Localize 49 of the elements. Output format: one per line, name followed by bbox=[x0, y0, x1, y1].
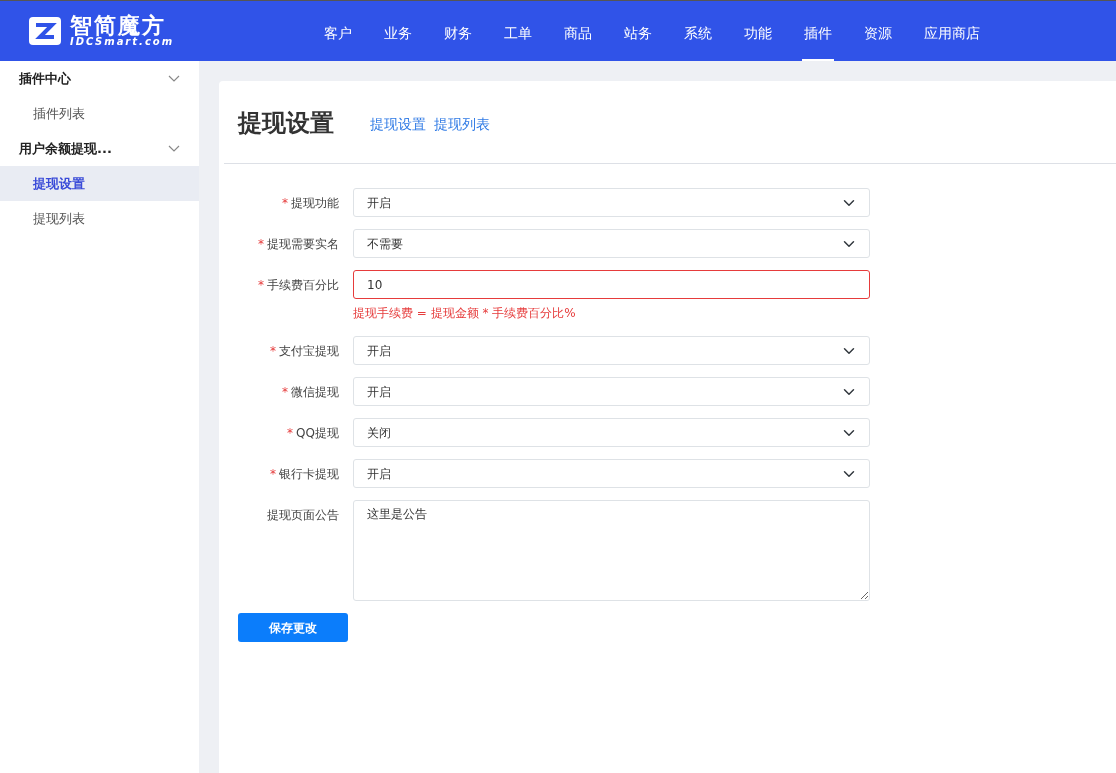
field-label: 微信提现 bbox=[291, 385, 339, 399]
nav-tab[interactable]: 应用商店 bbox=[922, 7, 982, 61]
field-label: 银行卡提现 bbox=[279, 467, 339, 481]
sidebar-group[interactable]: 用户余额提现... bbox=[0, 131, 199, 166]
field-label: 手续费百分比 bbox=[267, 278, 339, 292]
select-field[interactable]: 关闭 bbox=[353, 418, 870, 447]
page-link[interactable]: 提现列表 bbox=[434, 114, 490, 135]
logo-text: 智简魔方 bbox=[70, 15, 166, 37]
select-field[interactable]: 开启 bbox=[353, 377, 870, 406]
nav-tab[interactable]: 站务 bbox=[622, 7, 654, 61]
nav-tab[interactable]: 客户 bbox=[322, 7, 354, 61]
nav-tab[interactable]: 系统 bbox=[682, 7, 714, 61]
input-field[interactable]: 10 bbox=[353, 270, 870, 299]
required-mark: * bbox=[258, 278, 264, 292]
field-label: QQ提现 bbox=[296, 426, 339, 440]
nav-tab[interactable]: 插件 bbox=[802, 7, 834, 61]
select-field[interactable]: 开启 bbox=[353, 188, 870, 217]
logo-subtitle: IDCSmart.com bbox=[70, 37, 175, 47]
save-button[interactable]: 保存更改 bbox=[238, 613, 348, 642]
sidebar-item[interactable]: 提现设置 bbox=[0, 166, 199, 201]
nav-tab[interactable]: 功能 bbox=[742, 7, 774, 61]
required-mark: * bbox=[258, 237, 264, 251]
nav-tab[interactable]: 资源 bbox=[862, 7, 894, 61]
nav-tab[interactable]: 工单 bbox=[502, 7, 534, 61]
nav-tab[interactable]: 商品 bbox=[562, 7, 594, 61]
nav-tab[interactable]: 业务 bbox=[382, 7, 414, 61]
sidebar-group[interactable]: 插件中心 bbox=[0, 61, 199, 96]
select-field[interactable]: 开启 bbox=[353, 459, 870, 488]
required-mark: * bbox=[287, 426, 294, 440]
select-field[interactable]: 不需要 bbox=[353, 229, 870, 258]
select-field[interactable]: 开启 bbox=[353, 336, 870, 365]
field-label: 提现需要实名 bbox=[267, 237, 339, 251]
required-mark: * bbox=[282, 196, 288, 210]
field-label: 提现功能 bbox=[291, 196, 339, 210]
page-title: 提现设置 bbox=[238, 108, 334, 139]
chevron-icon bbox=[168, 144, 180, 153]
logo-icon bbox=[28, 16, 62, 46]
textarea-field[interactable]: 这里是公告 bbox=[353, 500, 870, 601]
required-mark: * bbox=[270, 344, 276, 358]
help-text: 提现手续费 = 提现金额 * 手续费百分比% bbox=[353, 305, 577, 322]
field-label: 支付宝提现 bbox=[279, 344, 339, 358]
sidebar-item[interactable]: 提现列表 bbox=[0, 201, 199, 236]
nav-tab[interactable]: 财务 bbox=[442, 7, 474, 61]
chevron-icon bbox=[168, 74, 180, 83]
required-mark: * bbox=[270, 467, 276, 481]
required-mark: * bbox=[282, 385, 288, 399]
field-label: 提现页面公告 bbox=[267, 508, 339, 522]
page-link[interactable]: 提现设置 bbox=[370, 114, 426, 135]
sidebar-item[interactable]: 插件列表 bbox=[0, 96, 199, 131]
